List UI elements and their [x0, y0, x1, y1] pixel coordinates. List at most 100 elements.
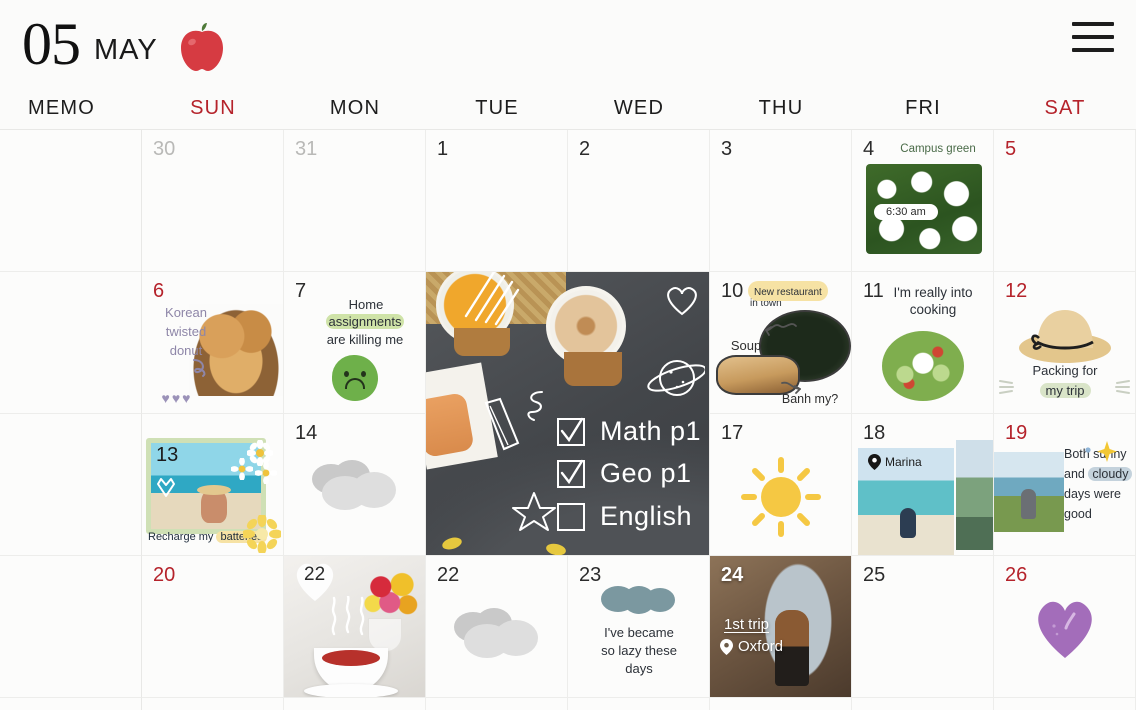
day-cell-5[interactable]: 5 — [994, 130, 1136, 272]
day-cell-18[interactable]: 18 Marina — [852, 414, 994, 556]
note-line-1: I've became — [604, 625, 674, 640]
menu-bar-1 — [1072, 22, 1114, 26]
location-name: Marina — [885, 455, 922, 469]
day-cell-1[interactable]: 1 — [426, 130, 568, 272]
calendar-header: 05 MAY — [0, 0, 1136, 88]
day-cell-14[interactable]: 14 — [284, 414, 426, 556]
day-cell-3[interactable]: 3 — [710, 130, 852, 272]
day-number: 23 — [579, 564, 602, 586]
day-cell-23[interactable]: 23 I've became so lazy these days — [568, 556, 710, 698]
badge-new-restaurant: New restaurant — [748, 281, 828, 301]
page-title-month-number: 05 — [22, 11, 81, 77]
day-number: 25 — [863, 564, 886, 586]
day-cell-4[interactable]: 4 Campus green 6:30 am — [852, 130, 994, 272]
note-line-1: Korean — [165, 305, 207, 320]
memo-cell-row2[interactable] — [0, 272, 142, 414]
day-number: 2 — [579, 138, 591, 160]
person-silhouette — [1020, 488, 1036, 519]
checkbox-checked-icon[interactable] — [556, 417, 586, 447]
badge-line-1: New restaurant — [754, 287, 822, 298]
note-line-1: Packing for — [1032, 362, 1098, 378]
day-cell-27[interactable] — [142, 698, 284, 710]
day-cell-8-9-photo-collage[interactable]: Math p1 Geo p1 English — [426, 272, 710, 556]
checklist-item-english[interactable]: English — [556, 501, 692, 532]
sun-icon — [740, 457, 821, 537]
day-cell-17[interactable]: 17 — [710, 414, 852, 556]
event-title-campus-green: Campus green — [900, 143, 976, 155]
day-cell-30-next[interactable] — [568, 698, 710, 710]
stripes-doodle — [464, 272, 520, 326]
weekday-header-row: MEMO SUN MON TUE WED THU FRI SAT — [0, 88, 1136, 130]
hamburger-menu-icon[interactable] — [1072, 22, 1114, 52]
steam-doodle-icon — [331, 596, 365, 636]
memo-cell-row4[interactable] — [0, 556, 142, 698]
checklist-item-math[interactable]: Math p1 — [556, 416, 701, 447]
note-line-3: donut — [169, 343, 203, 358]
weekday-header-memo: MEMO — [28, 97, 96, 119]
note-line-1: I'm really into — [893, 285, 973, 300]
pencil-doodle-icon — [484, 397, 520, 451]
note-line-2-wrap: and cloudy — [1064, 466, 1135, 483]
checkbox-checked-icon[interactable] — [556, 459, 586, 489]
day-cell-next-1[interactable] — [852, 698, 994, 710]
memo-cell-row3[interactable] — [0, 414, 142, 556]
day-number: 5 — [1005, 138, 1017, 160]
day-cell-22[interactable]: 22 — [426, 556, 568, 698]
day-cell-21[interactable]: 22 — [284, 556, 426, 698]
day-cell-31-next[interactable] — [710, 698, 852, 710]
location-name: Oxford — [738, 638, 784, 655]
curly-arrow-icon-soup — [765, 323, 797, 336]
location-label-oxford: Oxford — [720, 638, 783, 655]
day-cell-11[interactable]: 11 I'm really into cooking — [852, 272, 994, 414]
day-number: 24 — [721, 564, 744, 586]
juice-cup-sleeve — [454, 328, 510, 356]
straw-hat-icon — [1018, 310, 1111, 363]
day-cell-20[interactable]: 20 — [142, 556, 284, 698]
day-cell-25[interactable]: 25 — [852, 556, 994, 698]
note-line-2-wrap: my trip — [1012, 382, 1118, 399]
sparkle-lines-left-icon — [999, 380, 1014, 394]
checklist-item-geo[interactable]: Geo p1 — [556, 458, 692, 489]
day-number: 20 — [153, 564, 176, 586]
memo-cell-row5[interactable] — [0, 698, 142, 710]
note-line-4: good — [1064, 507, 1092, 521]
day-cell-24[interactable]: 24 1st trip Oxford — [710, 556, 852, 698]
sad-face-icon — [331, 355, 378, 401]
weekday-header-mon: MON — [329, 97, 381, 119]
day-cell-next-2[interactable] — [994, 698, 1136, 710]
person-in-water — [900, 508, 917, 539]
day-number: 12 — [1005, 280, 1028, 302]
day-number: 26 — [1005, 564, 1028, 586]
day-cell-29[interactable] — [426, 698, 568, 710]
day-cell-28[interactable] — [284, 698, 426, 710]
day-number: 11 — [863, 280, 884, 302]
day-cell-10[interactable]: 10 New restaurant in town Soup Banh my? — [710, 272, 852, 414]
location-pin-icon — [868, 454, 881, 470]
location-pin-icon — [720, 638, 733, 655]
memo-cell-row1[interactable] — [0, 130, 142, 272]
day-cell-31[interactable]: 31 — [284, 130, 426, 272]
calendar-grid: 30 31 1 2 3 4 Campus green 6:30 am 5 6 K… — [0, 130, 1136, 710]
squiggle-doodle-icon — [527, 391, 543, 421]
day-cell-30[interactable]: 30 — [142, 130, 284, 272]
day-cell-19[interactable]: 19 Both sunny and cloudy days were good — [994, 414, 1136, 556]
note-line-3: days — [625, 661, 653, 676]
note-line-2-wrap: assignments — [306, 313, 424, 330]
highlighted-word: cloudy — [1088, 467, 1133, 481]
checkbox-unchecked-icon[interactable] — [556, 502, 586, 532]
location-label-marina: Marina — [868, 454, 922, 470]
day-cell-12[interactable]: 12 Packing for my trip — [994, 272, 1136, 414]
day-cell-7[interactable]: 7 Home assignments are killing me — [284, 272, 426, 414]
cloud-icon — [311, 460, 398, 512]
curly-arrow-icon-banhmy — [781, 381, 801, 394]
note-line-1: Home — [348, 297, 384, 312]
day-number: 1 — [437, 138, 449, 160]
day-number: 17 — [721, 422, 744, 444]
cloud-icon — [453, 608, 540, 660]
menu-bar-2 — [1072, 35, 1114, 39]
day-cell-13[interactable]: 13 Recharge my batteries — [142, 414, 284, 556]
day-cell-6[interactable]: 6 Korean twisted donut ♥♥♥ — [142, 272, 284, 414]
day-cell-2[interactable]: 2 — [568, 130, 710, 272]
day-cell-26[interactable]: 26 — [994, 556, 1136, 698]
note-line-3: days were — [1064, 487, 1121, 501]
